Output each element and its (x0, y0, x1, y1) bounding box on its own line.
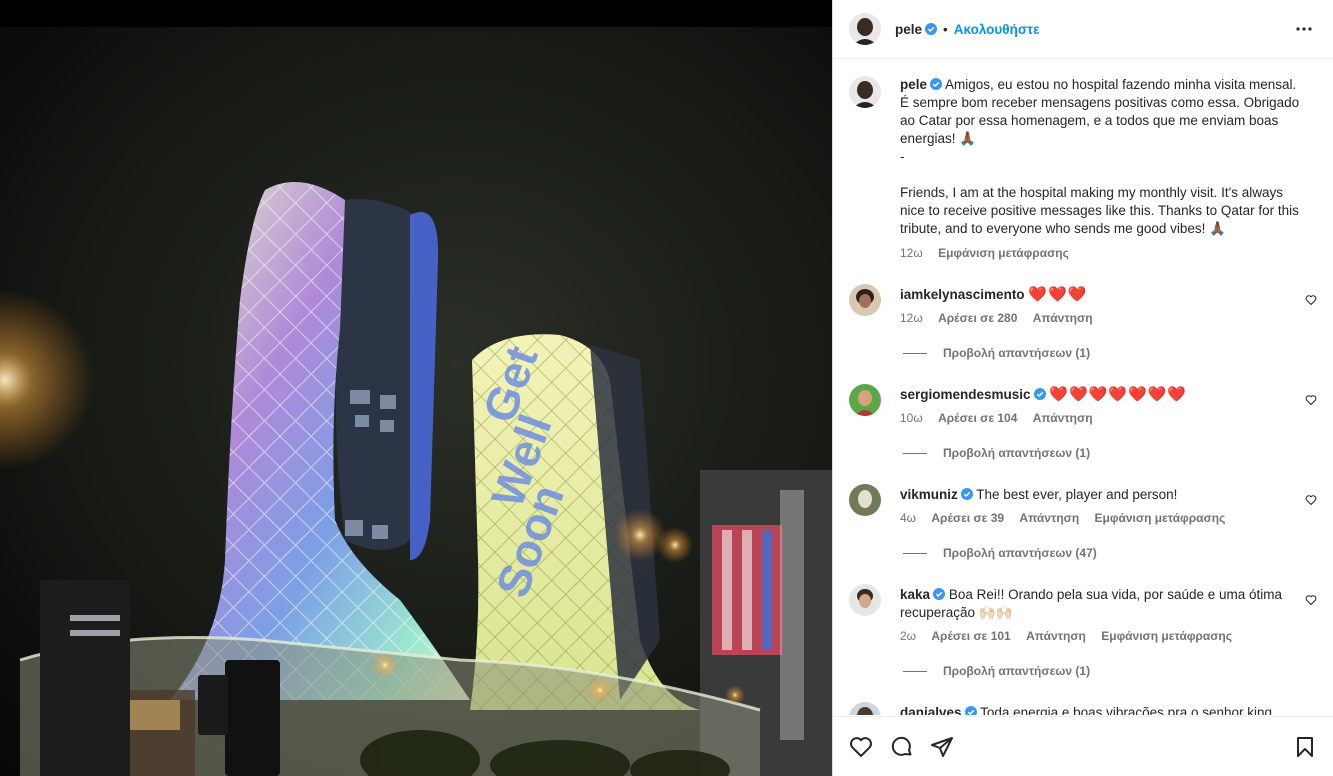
comment-time: 4ω (900, 511, 917, 525)
comment-likes[interactable]: Αρέσει σε 280 (938, 311, 1017, 325)
heart-outline-icon[interactable] (1305, 394, 1317, 406)
comment-username[interactable]: kaka (900, 587, 930, 602)
avatar-image (849, 13, 881, 45)
reply-button[interactable]: Απάντηση (1033, 411, 1093, 425)
comment-likes[interactable]: Αρέσει σε 104 (938, 411, 1017, 425)
reply-button[interactable]: Απάντηση (1019, 511, 1079, 525)
photo-image: Get Well Soon (0, 0, 832, 776)
comment-icon[interactable] (890, 735, 914, 759)
follow-button[interactable]: Ακολουθήστε (954, 22, 1040, 37)
comment: vikmuniz The best ever, player and perso… (849, 484, 1317, 564)
like-icon[interactable] (849, 735, 873, 759)
comment-username[interactable]: vikmuniz (900, 487, 958, 502)
comment: danialves Toda energia e boas vibrações … (849, 702, 1317, 715)
comment-text: ❤️❤️❤️ (1028, 286, 1088, 303)
avatar[interactable] (849, 584, 881, 616)
comment-likes[interactable]: Αρέσει σε 39 (931, 511, 1004, 525)
comment-username[interactable]: iamkelynascimento (900, 287, 1025, 302)
verified-icon (1033, 388, 1046, 400)
heart-outline-icon[interactable] (1305, 294, 1317, 306)
caption-dash: - (900, 149, 905, 164)
avatar[interactable] (849, 13, 881, 45)
comments-list[interactable]: pele Amigos, eu estou no hospital fazend… (833, 60, 1333, 715)
comment-username[interactable]: sergiomendesmusic (900, 387, 1031, 402)
comment-text: Toda energia e boas vibrações pra o senh… (980, 705, 1272, 715)
verified-icon (964, 706, 977, 715)
share-icon[interactable] (930, 735, 954, 759)
heart-outline-icon[interactable] (1305, 594, 1317, 606)
avatar[interactable] (849, 384, 881, 416)
reply-button[interactable]: Απάντηση (1026, 629, 1086, 643)
see-translation-link[interactable]: Εμφάνιση μετάφρασης (1095, 511, 1226, 525)
comment-text: Boa Rei!! Orando pela sua vida, por saúd… (900, 587, 1283, 620)
see-translation-link[interactable]: Εμφάνιση μετάφρασης (938, 246, 1069, 260)
verified-icon (933, 588, 946, 600)
comment-time: 12ω (900, 311, 923, 325)
verified-icon (925, 23, 938, 35)
view-replies-button[interactable]: Προβολή απαντήσεων (1) (903, 346, 1090, 360)
reply-button[interactable]: Απάντηση (1033, 311, 1093, 325)
instagram-post-view: Get Well Soon pele • Ακολουθήστε pele Am… (0, 0, 1333, 776)
header-separator: • (943, 21, 948, 37)
post-header: pele • Ακολουθήστε (833, 0, 1333, 59)
see-translation-link[interactable]: Εμφάνιση μετάφρασης (1101, 629, 1232, 643)
comment: sergiomendesmusic ❤️❤️❤️❤️❤️❤️❤️ 10ω Αρέ… (849, 384, 1317, 464)
action-bar (833, 716, 1333, 776)
view-replies-button[interactable]: Προβολή απαντήσεων (1) (903, 446, 1090, 460)
caption-username[interactable]: pele (900, 77, 927, 92)
verified-icon (960, 488, 973, 500)
post-side-panel: pele • Ακολουθήστε pele Amigos, eu estou (832, 0, 1333, 776)
comment-time: 10ω (900, 411, 923, 425)
view-replies-button[interactable]: Προβολή απαντήσεων (1) (903, 664, 1090, 678)
save-icon[interactable] (1293, 735, 1317, 759)
caption-text-pt: Amigos, eu estou no hospital fazendo min… (900, 77, 1300, 146)
avatar[interactable] (849, 76, 881, 108)
caption: pele Amigos, eu estou no hospital fazend… (849, 76, 1317, 266)
comment: kaka Boa Rei!! Orando pela sua vida, por… (849, 584, 1317, 684)
avatar[interactable] (849, 702, 881, 715)
comment-likes[interactable]: Αρέσει σε 101 (931, 629, 1010, 643)
heart-outline-icon[interactable] (1305, 494, 1317, 506)
avatar[interactable] (849, 284, 881, 316)
avatar[interactable] (849, 484, 881, 516)
comment-username[interactable]: danialves (900, 705, 962, 715)
more-icon[interactable] (1295, 20, 1313, 38)
comment: iamkelynascimento ❤️❤️❤️ 12ω Αρέσει σε 2… (849, 284, 1317, 364)
caption-time: 12ω (900, 246, 923, 260)
verified-icon (930, 78, 943, 90)
view-replies-button[interactable]: Προβολή απαντήσεων (47) (903, 546, 1097, 560)
header-username[interactable]: pele (895, 22, 922, 37)
comment-text: The best ever, player and person! (976, 487, 1178, 502)
comment-text: ❤️❤️❤️❤️❤️❤️❤️ (1049, 386, 1188, 403)
comment-time: 2ω (900, 629, 917, 643)
caption-text-en: Friends, I am at the hospital making my … (900, 185, 1299, 236)
post-photo[interactable]: Get Well Soon (0, 0, 832, 776)
